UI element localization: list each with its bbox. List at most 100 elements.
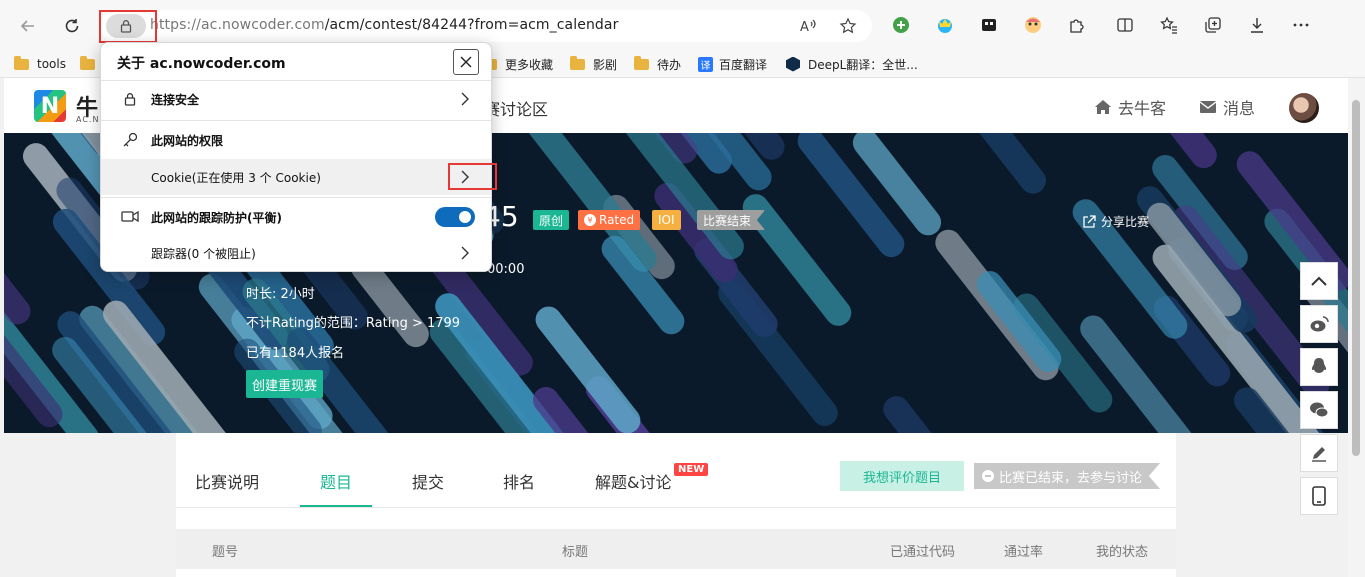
messages-link[interactable]: 消息	[1199, 95, 1255, 119]
site-permissions-row: 此网站的权限	[101, 122, 491, 158]
contest-ended-label: 比赛已结束，去参与讨论	[999, 470, 1143, 486]
folder-icon	[570, 55, 585, 70]
problems-table-header: 题号 标题 已通过代码 通过率 我的状态	[176, 529, 1176, 569]
chevron-right-icon	[456, 90, 474, 108]
new-badge: NEW	[674, 463, 709, 476]
highlight-site-info	[99, 10, 157, 43]
bookmark-deepl[interactable]: DeepL翻译：全世...	[786, 54, 918, 74]
site-info-popup: 关于 ac.nowcoder.com 连接安全 此网站的权限 Cookie(正在…	[100, 42, 497, 272]
extension-avatar-icon[interactable]	[1022, 14, 1044, 36]
favorite-star-icon[interactable]	[838, 16, 858, 36]
cookie-row[interactable]: Cookie(正在使用 3 个 Cookie)	[101, 159, 491, 195]
rated-coin-icon: ¥	[584, 214, 596, 226]
wechat-icon	[1310, 402, 1329, 418]
highlight-cookie-chevron	[448, 163, 497, 190]
contest-content: 比赛说明 题目 提交 排名 解题&讨论 NEW 我想评价题目 比赛已结束，去参与…	[176, 433, 1176, 577]
favorites-icon[interactable]	[1158, 14, 1180, 36]
tracking-camera-icon	[121, 208, 139, 226]
banner-stripe	[942, 133, 1052, 199]
collections-icon[interactable]	[1202, 14, 1224, 36]
bookmark-baidu-translate[interactable]: 译 百度翻译	[698, 54, 767, 74]
tracking-prevention-row[interactable]: 此网站的跟踪防护(平衡)	[101, 199, 491, 235]
trackers-row[interactable]: 跟踪器(0 个被阻止)	[101, 235, 491, 271]
qq-share-button[interactable]	[1300, 348, 1338, 386]
chevron-right-icon	[456, 244, 474, 262]
baidu-translate-icon: 译	[698, 56, 713, 72]
connection-secure-row[interactable]: 连接安全	[101, 81, 491, 117]
folder-icon	[14, 55, 29, 70]
site-permissions-label: 此网站的权限	[151, 133, 224, 148]
contest-ended-notice[interactable]: 比赛已结束，去参与讨论	[974, 463, 1161, 489]
rate-problems-button[interactable]: 我想评价题目	[840, 461, 964, 491]
folder-icon	[634, 55, 649, 70]
tag-original: 原创	[533, 210, 570, 230]
nowcoder-logo[interactable]: N	[34, 90, 66, 122]
read-aloud-icon[interactable]: A	[798, 16, 818, 36]
split-screen-icon[interactable]	[1114, 14, 1136, 36]
qq-icon	[1311, 358, 1327, 373]
tab-submissions[interactable]: 提交	[412, 469, 444, 493]
bookmark-more[interactable]: 更多收藏	[482, 54, 553, 74]
tab-ranking[interactable]: 排名	[503, 469, 535, 493]
bookmark-label: 百度翻译	[719, 57, 768, 72]
minus-circle-icon	[982, 470, 994, 482]
create-replay-button[interactable]: 创建重现赛	[246, 370, 324, 398]
mobile-phone-icon	[1312, 486, 1326, 506]
col-problem-id: 题号	[212, 545, 239, 560]
banner-stripe	[878, 390, 1020, 433]
pencil-icon	[1312, 447, 1326, 462]
edit-button[interactable]	[1300, 434, 1338, 472]
share-contest-button[interactable]: 分享比赛	[1082, 213, 1149, 230]
tab-solutions[interactable]: 解题&讨论	[595, 469, 671, 493]
contest-rating-range: 不计Rating的范围：Rating > 1799	[246, 316, 461, 331]
bookmark-movies[interactable]: 影剧	[570, 54, 617, 74]
wechat-share-button[interactable]	[1300, 391, 1338, 429]
user-avatar[interactable]	[1289, 93, 1319, 123]
page-scrollbar[interactable]	[1348, 78, 1365, 577]
downloads-icon[interactable]	[1246, 14, 1268, 36]
weibo-share-button[interactable]	[1300, 305, 1338, 343]
side-toolbar	[1300, 262, 1338, 520]
go-nowcoder-link[interactable]: 去牛客	[1094, 95, 1166, 119]
extensions-puzzle-icon[interactable]	[1066, 14, 1088, 36]
extension-plus-icon[interactable]	[890, 14, 912, 36]
bookmark-label: DeepL翻译：全世...	[808, 57, 918, 72]
svg-text:A: A	[800, 20, 809, 35]
popup-divider	[101, 197, 491, 198]
tab-contest-info[interactable]: 比赛说明	[195, 469, 259, 493]
logo-subtext: AC.N	[76, 115, 100, 124]
col-my-status: 我的状态	[1096, 545, 1149, 560]
contest-duration: 时长: 2小时	[246, 287, 315, 302]
tag-ioi: IOI	[652, 210, 681, 230]
extension-dark-icon[interactable]	[978, 14, 1000, 36]
popup-title: 关于 ac.nowcoder.com	[117, 56, 286, 72]
address-bar[interactable]: https://ac.nowcoder.com/acm/contest/8424…	[100, 10, 872, 42]
col-accepted-count: 已通过代码	[890, 545, 956, 560]
tracking-prevention-label: 此网站的跟踪防护(平衡)	[151, 210, 282, 225]
more-menu-icon[interactable]	[1290, 14, 1312, 36]
back-icon[interactable]	[14, 12, 42, 40]
scrollbar-thumb[interactable]	[1352, 100, 1360, 456]
popup-divider	[101, 120, 491, 121]
trackers-label: 跟踪器(0 个被阻止)	[151, 246, 256, 261]
share-icon	[1083, 214, 1096, 228]
share-label: 分享比赛	[1101, 215, 1150, 229]
bookmark-todo[interactable]: 待办	[634, 54, 681, 74]
weibo-icon	[1310, 316, 1329, 332]
tab-problems[interactable]: 题目	[320, 469, 352, 493]
col-pass-rate: 通过率	[1004, 545, 1044, 560]
refresh-icon[interactable]	[58, 12, 86, 40]
url-text[interactable]: https://ac.nowcoder.com/acm/contest/8424…	[150, 17, 618, 33]
extension-colorful-icon[interactable]	[934, 14, 956, 36]
bookmark-label: 更多收藏	[505, 57, 554, 72]
back-to-top-button[interactable]	[1300, 262, 1338, 300]
close-button[interactable]	[453, 49, 479, 75]
bookmark-tools[interactable]: tools	[14, 54, 66, 74]
banner-stripe	[4, 161, 36, 330]
nav-contest-discussion[interactable]: 赛讨论区	[484, 96, 548, 120]
tag-rated: ¥ Rated	[578, 210, 641, 230]
mobile-view-button[interactable]	[1300, 477, 1338, 515]
key-icon	[121, 131, 139, 149]
tracking-prevention-toggle[interactable]	[435, 207, 475, 227]
tabs-divider	[176, 507, 1176, 508]
